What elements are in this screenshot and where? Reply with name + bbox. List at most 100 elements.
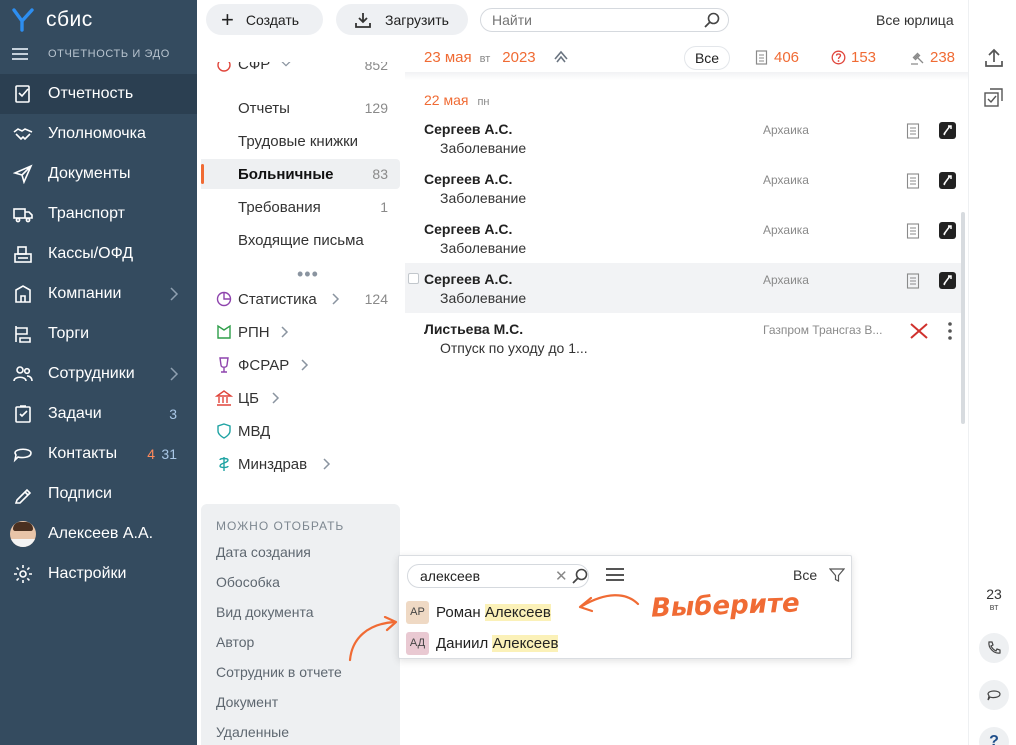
tasks-check-icon[interactable] (983, 86, 1005, 108)
sender-name: Сергеев А.С. (424, 271, 513, 287)
folder-sick-leave[interactable]: Больничные 83 (201, 159, 400, 189)
menu-icon[interactable] (12, 48, 28, 60)
list-item[interactable]: Сергеев А.С. Заболевание Архаика (405, 113, 965, 163)
avatar (10, 521, 36, 547)
popup-search-input[interactable] (408, 565, 538, 587)
chevron-right-icon[interactable] (271, 392, 281, 404)
popup-all-filter[interactable]: Все (793, 567, 817, 583)
signed-icon (939, 272, 956, 289)
chevron-right-icon[interactable] (169, 286, 179, 302)
employee-result-roman[interactable]: АР Роман Алексеев (406, 600, 551, 624)
folder-reports[interactable]: Отчеты 129 (201, 93, 400, 123)
logo[interactable]: сбис (12, 8, 93, 32)
chevron-right-icon[interactable] (322, 458, 332, 470)
list-item[interactable]: Сергеев А.С. Заболевание Архаика (405, 263, 965, 313)
group-mvd[interactable]: МВД (201, 416, 400, 446)
folder-work-books[interactable]: Трудовые книжки (201, 126, 400, 156)
folder-count: 1 (380, 199, 388, 215)
questions-count: 153 (851, 49, 877, 66)
calendar-date[interactable]: 23 мая вт 2023 (424, 49, 536, 66)
clear-icon[interactable]: ✕ (555, 567, 568, 585)
org-name: Архаика (763, 223, 809, 237)
calendar-widget[interactable]: 23 вт (979, 586, 1009, 616)
sidebar-item-signatures[interactable]: Подписи (0, 474, 197, 514)
filter-author[interactable]: Автор (216, 634, 254, 650)
folder-incoming-letters[interactable]: Входящие письма (201, 225, 400, 255)
date-day: 23 мая (424, 49, 472, 66)
org-name: Архаика (763, 173, 809, 187)
employee-result-daniil[interactable]: АД Даниил Алексеев (406, 631, 559, 655)
filter-branch[interactable]: Обособка (216, 574, 280, 590)
group-rpn[interactable]: РПН (201, 317, 400, 347)
upload-icon[interactable] (983, 47, 1005, 69)
fsrar-icon (219, 357, 229, 373)
sidebar-item-label: Документы (48, 165, 131, 182)
filter-all-chip[interactable]: Все (684, 46, 730, 70)
more-actions-icon[interactable] (948, 321, 952, 341)
filter-employee[interactable]: Сотрудник в отчете (216, 664, 342, 680)
help-button[interactable]: ? (979, 727, 1009, 745)
more-folders-button[interactable]: ••• (297, 264, 319, 285)
chevron-right-icon[interactable] (169, 366, 179, 382)
filter-doc-type[interactable]: Вид документа (216, 604, 313, 620)
filter-icon[interactable] (829, 567, 845, 583)
date-year: 2023 (502, 49, 536, 66)
scrollbar[interactable] (961, 212, 965, 424)
sidebar-item-label: Отчетность (48, 85, 134, 102)
sidebar-item-employees[interactable]: Сотрудники (0, 354, 197, 394)
sidebar-item-transport[interactable]: Транспорт (0, 194, 197, 234)
group-fsrar[interactable]: ФСРАР (201, 350, 400, 380)
row-checkbox[interactable] (408, 273, 419, 284)
group-statistics[interactable]: Статистика 124 (201, 284, 400, 314)
sidebar-item-cashbox[interactable]: Кассы/ОФД (0, 234, 197, 274)
rejected-icon[interactable] (908, 320, 930, 342)
list-item[interactable]: Сергеев А.С. Заболевание Архаика (405, 163, 965, 213)
list-view-icon[interactable] (606, 568, 624, 581)
filter-document[interactable]: Документ (216, 694, 278, 710)
docs-counter[interactable]: 406 (754, 49, 799, 66)
health-icon (219, 457, 229, 471)
annotation-arrow-right (578, 594, 640, 613)
search-icon[interactable] (571, 567, 589, 585)
folder-sfr[interactable]: СФР 852 (201, 62, 400, 76)
list-item[interactable]: Листьева М.С. Отпуск по уходу до 1... Га… (405, 313, 965, 363)
sidebar-item-tenders[interactable]: Торги (0, 314, 197, 354)
call-button[interactable] (979, 633, 1009, 663)
section-header[interactable]: ОТЧЕТНОСТЬ И ЭДО (12, 48, 170, 60)
folder-label: Отчеты (238, 99, 290, 117)
questions-counter[interactable]: 153 (831, 49, 876, 66)
group-cb[interactable]: ЦБ (201, 383, 400, 413)
popup-search-box[interactable]: ✕ (407, 564, 589, 588)
requests-counter[interactable]: 238 (910, 49, 955, 66)
sidebar-item-profile[interactable]: Алексеев А.А. (0, 514, 197, 554)
sidebar-item-settings[interactable]: Настройки (0, 554, 197, 594)
org-name: Архаика (763, 273, 809, 287)
scroll-top-icon[interactable] (553, 49, 569, 65)
search-box[interactable] (480, 8, 729, 32)
upload-button[interactable]: Загрузить (336, 4, 468, 35)
chevron-right-icon[interactable] (280, 326, 290, 338)
group-minzdrav[interactable]: Минздрав (201, 449, 400, 479)
sidebar-item-tasks[interactable]: Задачи 3 (0, 394, 197, 434)
list-item[interactable]: Сергеев А.С. Заболевание Архаика (405, 213, 965, 263)
filter-created-date[interactable]: Дата создания (216, 544, 311, 560)
chat-button[interactable] (979, 680, 1009, 710)
sidebar-item-proxy[interactable]: Уполномочка (0, 114, 197, 154)
sidebar-item-reports[interactable]: Отчетность (0, 74, 197, 114)
search-icon[interactable] (703, 11, 721, 29)
initials-avatar: АД (406, 631, 429, 655)
chevron-right-icon[interactable] (331, 293, 341, 305)
search-input[interactable] (481, 9, 691, 31)
org-filter[interactable]: Все юрлица (876, 12, 954, 28)
create-button[interactable]: + Создать (206, 4, 323, 35)
chevron-right-icon[interactable] (300, 359, 310, 371)
sidebar-item-documents[interactable]: Документы (0, 154, 197, 194)
chevron-down-icon[interactable] (281, 62, 291, 70)
day-separator: 22 мая пн (424, 92, 490, 108)
sbis-logo-icon (12, 8, 34, 32)
sidebar-item-companies[interactable]: Компании (0, 274, 197, 314)
filter-deleted[interactable]: Удаленные (216, 724, 289, 740)
sidebar-item-contacts[interactable]: Контакты 4 31 (0, 434, 197, 474)
folder-count: 852 (364, 62, 388, 73)
folder-requirements[interactable]: Требования 1 (201, 192, 400, 222)
